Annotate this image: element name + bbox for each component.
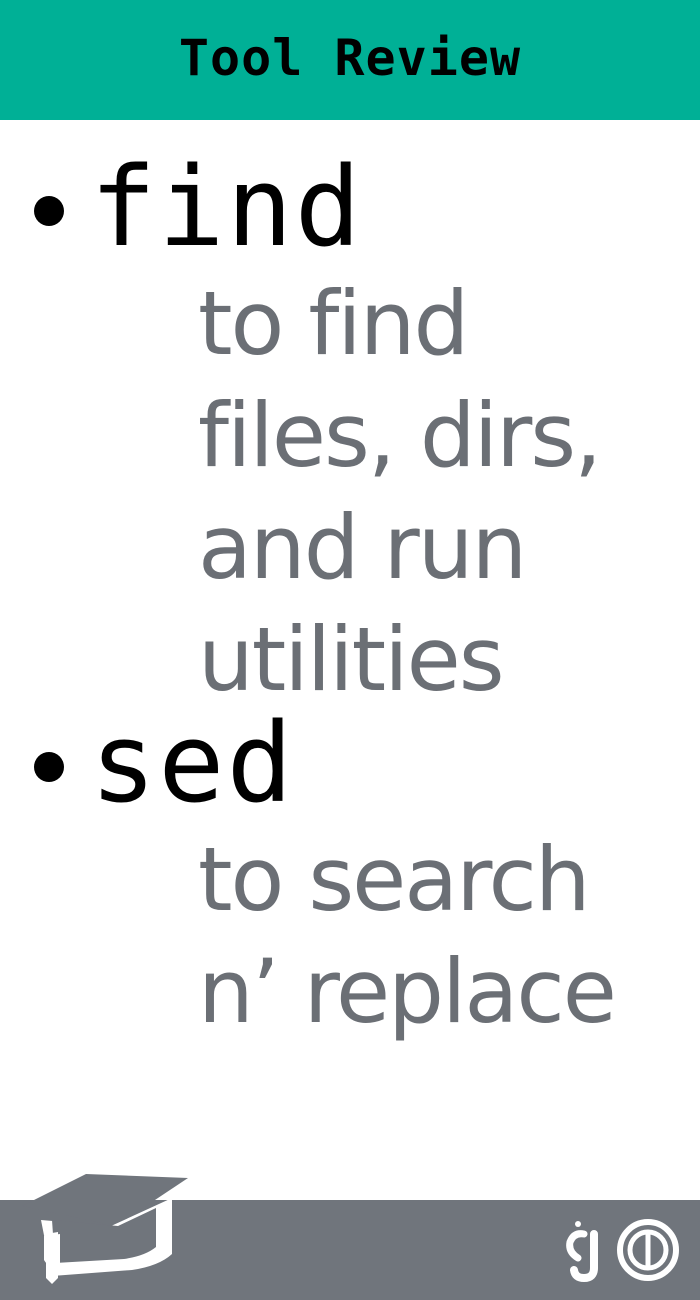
description-line: and run [198,496,527,599]
tool-description: to find files, dirs, and run utilities [198,268,602,716]
slide-header: Tool Review [0,0,700,120]
description-line: to find [198,272,469,375]
description-line: files, dirs, [198,384,602,487]
tool-description: to search n’ replace [198,824,617,1048]
graduation-cap-icon [22,1174,188,1284]
brand-logo-icon [566,1219,679,1283]
description-line: to search [198,828,591,931]
description-line: n’ replace [198,940,617,1043]
bullet-icon [34,752,64,782]
tool-name: sed [90,699,295,827]
slide-title: Tool Review [178,29,522,87]
bullet-icon [34,196,64,226]
tool-name: find [90,143,363,271]
